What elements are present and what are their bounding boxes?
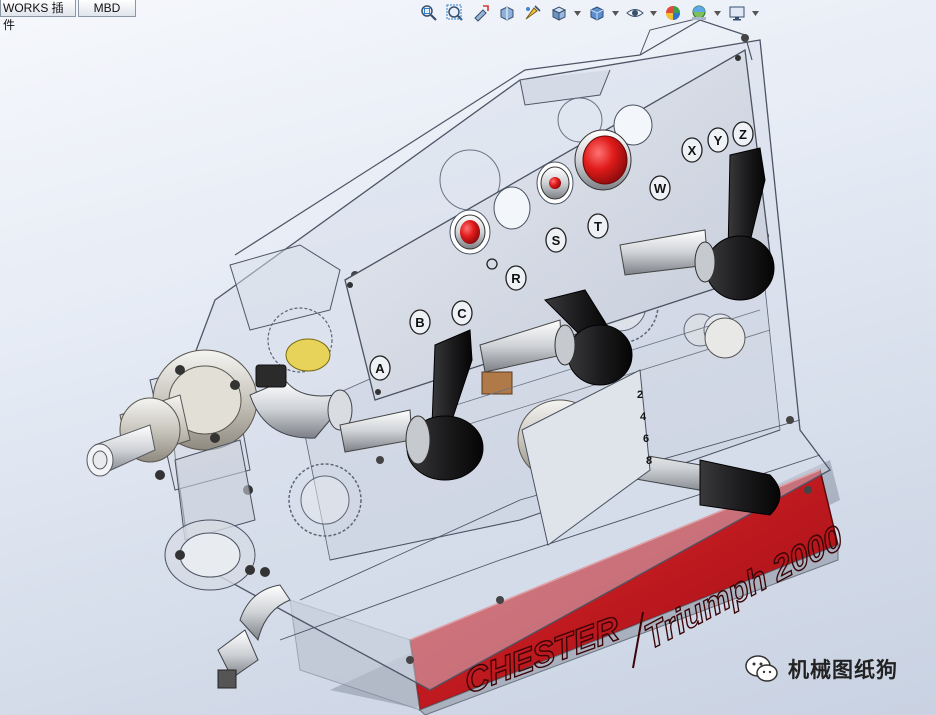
panel-letter-a: A bbox=[369, 355, 391, 381]
svg-text:C: C bbox=[457, 306, 467, 321]
watermark: 机械图纸狗 bbox=[744, 654, 898, 684]
panel-letter-z: Z bbox=[732, 121, 754, 147]
chevron-down-icon[interactable] bbox=[574, 2, 582, 24]
panel-letter-y: Y bbox=[707, 127, 729, 153]
indicator-lamp[interactable] bbox=[540, 166, 570, 200]
wechat-icon bbox=[745, 655, 778, 682]
view-settings-icon[interactable] bbox=[726, 2, 748, 24]
scale-number: 6 bbox=[643, 433, 649, 445]
watermark-text: 机械图纸狗 bbox=[788, 659, 898, 682]
svg-text:T: T bbox=[594, 219, 602, 234]
chevron-down-icon[interactable] bbox=[650, 2, 658, 24]
zoom-to-area-icon[interactable] bbox=[444, 2, 466, 24]
panel-letter-s: S bbox=[545, 227, 567, 253]
chevron-down-icon[interactable] bbox=[752, 2, 760, 24]
scale-number: 8 bbox=[646, 455, 652, 467]
scale-number: 2 bbox=[637, 389, 643, 401]
tab-solidworks-addins[interactable]: WORKS 插件 bbox=[0, 0, 76, 32]
svg-text:S: S bbox=[552, 233, 561, 248]
section-view-icon[interactable] bbox=[496, 2, 518, 24]
tab-mbd[interactable]: MBD bbox=[78, 0, 136, 17]
heads-up-view-toolbar bbox=[418, 0, 760, 26]
edit-appearance-icon[interactable] bbox=[662, 2, 684, 24]
panel-letter-w: W bbox=[649, 175, 671, 201]
dynamic-annotation-icon[interactable] bbox=[522, 2, 544, 24]
chevron-down-icon[interactable] bbox=[612, 2, 620, 24]
hide-show-items-icon[interactable] bbox=[624, 2, 646, 24]
emergency-stop-button[interactable] bbox=[574, 129, 632, 191]
hose-fitting bbox=[217, 584, 291, 689]
panel-letter-r: R bbox=[505, 265, 527, 291]
svg-text:A: A bbox=[375, 361, 385, 376]
panel-letter-x: X bbox=[681, 137, 703, 163]
apply-scene-icon[interactable] bbox=[688, 2, 710, 24]
chevron-down-icon[interactable] bbox=[714, 2, 722, 24]
svg-text:R: R bbox=[511, 271, 521, 286]
model-viewport[interactable]: CHESTER Triumph 2000 ABCRSTWXY Z 2468 bbox=[0, 0, 936, 715]
svg-text:B: B bbox=[415, 315, 424, 330]
svg-text:Z: Z bbox=[739, 127, 747, 142]
svg-text:W: W bbox=[654, 181, 667, 196]
red-push-button[interactable] bbox=[454, 214, 486, 250]
panel-letter-t: T bbox=[587, 213, 609, 239]
previous-view-icon[interactable] bbox=[470, 2, 492, 24]
command-manager-tabs: WORKS 插件 MBD bbox=[0, 0, 136, 32]
svg-text:X: X bbox=[688, 143, 697, 158]
view-orientation-icon[interactable] bbox=[548, 2, 570, 24]
motor-label-disc bbox=[704, 317, 746, 359]
panel-letter-b: B bbox=[409, 309, 431, 335]
scale-number: 4 bbox=[640, 411, 647, 423]
display-style-icon[interactable] bbox=[586, 2, 608, 24]
input-shaft-assembly bbox=[86, 349, 270, 591]
panel-letter-c: C bbox=[451, 300, 473, 326]
svg-text:Y: Y bbox=[714, 133, 723, 148]
zoom-to-fit-icon[interactable] bbox=[418, 2, 440, 24]
